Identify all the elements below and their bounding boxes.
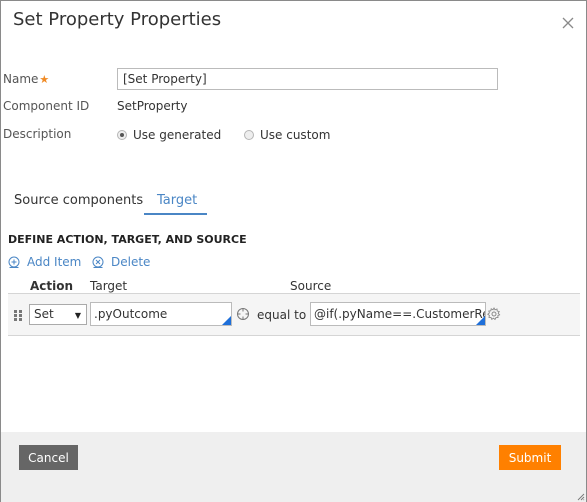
component-id-value: SetProperty [117,99,188,113]
column-header-source: Source [290,279,332,293]
column-header-target: Target [90,279,128,293]
name-label-text: Name [3,72,39,86]
delete-button[interactable]: Delete [92,255,150,269]
tab-target[interactable]: Target [157,193,197,208]
radio-use-custom[interactable]: Use custom [244,128,330,142]
submit-button[interactable]: Submit [499,445,561,470]
gear-icon[interactable] [487,307,501,321]
tab-source-components[interactable]: Source components [14,193,143,208]
column-header-action: Action [30,279,74,293]
target-input[interactable]: .pyOutcome [90,302,232,326]
crosshair-icon[interactable] [236,307,250,321]
active-tab-indicator [144,213,207,215]
name-input[interactable] [117,68,498,90]
table-row: Set ▼ .pyOutcome equal to @if(.pyName==.… [8,293,580,336]
cancel-button[interactable]: Cancel [19,445,78,470]
add-circle-icon [8,256,20,268]
set-property-dialog: Set Property Properties Name★ Component … [0,0,587,502]
target-input-value: .pyOutcome [94,307,168,321]
component-id-label: Component ID [3,99,90,113]
autocomplete-corner-icon [222,316,231,325]
dialog-title: Set Property Properties [13,9,222,30]
radio-use-generated-label: Use generated [133,128,222,142]
source-input-value: @if(.pyName==.CustomerResponse [314,307,485,321]
dropdown-arrow-icon: ▼ [74,311,81,320]
radio-selected-icon [117,130,127,140]
drag-handle-icon[interactable] [13,309,23,321]
required-icon: ★ [39,73,50,86]
section-title: DEFINE ACTION, TARGET, AND SOURCE [8,233,247,246]
description-label: Description [3,127,72,141]
source-input[interactable]: @if(.pyName==.CustomerResponse [310,302,486,326]
radio-use-custom-label: Use custom [260,128,331,142]
action-select-value: Set [34,307,54,321]
operator-label: equal to [257,308,307,322]
dialog-footer: Cancel Submit [1,432,586,502]
delete-circle-icon [92,256,104,268]
action-select[interactable]: Set ▼ [29,304,87,325]
autocomplete-corner-icon [476,316,485,325]
close-icon [562,17,574,29]
name-label: Name★ [3,72,49,86]
resize-handle-icon[interactable] [577,493,585,501]
close-button[interactable] [560,15,576,31]
radio-use-generated[interactable]: Use generated [117,128,221,142]
add-item-label: Add Item [27,255,82,269]
radio-unselected-icon [244,130,254,140]
delete-label: Delete [111,255,151,269]
add-item-button[interactable]: Add Item [8,255,81,269]
